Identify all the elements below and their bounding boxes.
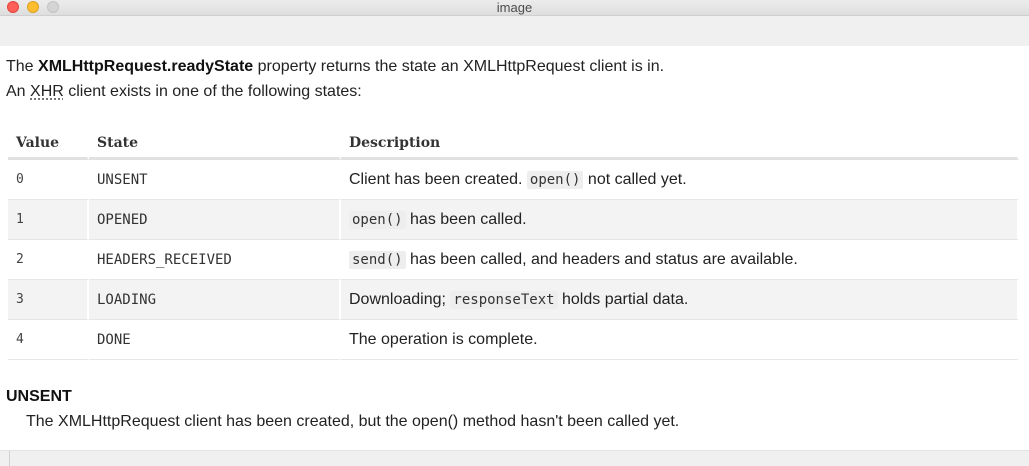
- table-row: 0 UNSENT Client has been created. open()…: [8, 160, 1019, 200]
- intro-line-1: The XMLHttpRequest.readyState property r…: [6, 54, 1021, 79]
- section-body-unsent: The XMLHttpRequest client has been creat…: [26, 413, 680, 430]
- cell-description: send() has been called, and headers and …: [341, 240, 1019, 280]
- cell-value: 1: [8, 200, 89, 240]
- xhr-abbreviation: XHR: [30, 83, 64, 100]
- inline-code: responseText: [450, 290, 558, 309]
- table-row: 1 OPENED open() has been called.: [8, 200, 1019, 240]
- cell-state: LOADING: [89, 280, 341, 320]
- cell-description: open() has been called.: [341, 200, 1019, 240]
- column-header-description: Description: [341, 128, 1019, 160]
- window-titlebar: image: [0, 0, 1029, 16]
- page-content: The XMLHttpRequest.readyState property r…: [6, 54, 1021, 104]
- cell-state: DONE: [89, 320, 341, 360]
- toolbar: [0, 16, 1029, 46]
- cell-state: OPENED: [89, 200, 341, 240]
- cell-description: Client has been created. open() not call…: [341, 160, 1019, 200]
- cell-value: 2: [8, 240, 89, 280]
- description-text: Downloading;: [349, 290, 451, 308]
- cell-state: HEADERS_RECEIVED: [89, 240, 341, 280]
- cell-value: 3: [8, 280, 89, 320]
- description-text: not called yet.: [583, 170, 687, 188]
- intro-text: property returns the state an XMLHttpReq…: [253, 58, 665, 75]
- description-text: holds partial data.: [557, 290, 689, 308]
- description-text: has been called, and headers and status …: [405, 250, 798, 268]
- intro-text: client exists in one of the following st…: [63, 83, 362, 100]
- table-header-row: Value State Description: [8, 128, 1019, 160]
- intro-text: An: [6, 83, 31, 100]
- description-text: The operation is complete.: [349, 330, 538, 348]
- inline-code: send(): [349, 250, 406, 269]
- table-row: 2 HEADERS_RECEIVED send() has been calle…: [8, 240, 1019, 280]
- column-header-state: State: [89, 128, 341, 160]
- cell-state: UNSENT: [89, 160, 341, 200]
- cell-value: 4: [8, 320, 89, 360]
- horizontal-scrollbar[interactable]: [0, 450, 1029, 466]
- cell-value: 0: [8, 160, 89, 200]
- table-row: 4 DONE The operation is complete.: [8, 320, 1019, 360]
- cell-description: The operation is complete.: [341, 320, 1019, 360]
- table-row: 3 LOADING Downloading; responseText hold…: [8, 280, 1019, 320]
- intro-text: The: [6, 58, 39, 75]
- column-header-value: Value: [8, 128, 89, 160]
- cell-description: Downloading; responseText holds partial …: [341, 280, 1019, 320]
- window-title: image: [496, 0, 533, 15]
- description-text: has been called.: [405, 210, 527, 228]
- intro-line-2: An XHR client exists in one of the follo…: [6, 79, 1021, 104]
- description-text: Client has been created.: [349, 170, 527, 188]
- inline-code: open(): [349, 210, 406, 229]
- section-heading-unsent: UNSENT: [6, 388, 72, 405]
- ready-state-table: Value State Description 0 UNSENT Client …: [8, 128, 1019, 360]
- inline-code: open(): [526, 170, 584, 189]
- property-name: XMLHttpRequest.readyState: [38, 58, 254, 75]
- scrollbar-track-end: [0, 451, 10, 466]
